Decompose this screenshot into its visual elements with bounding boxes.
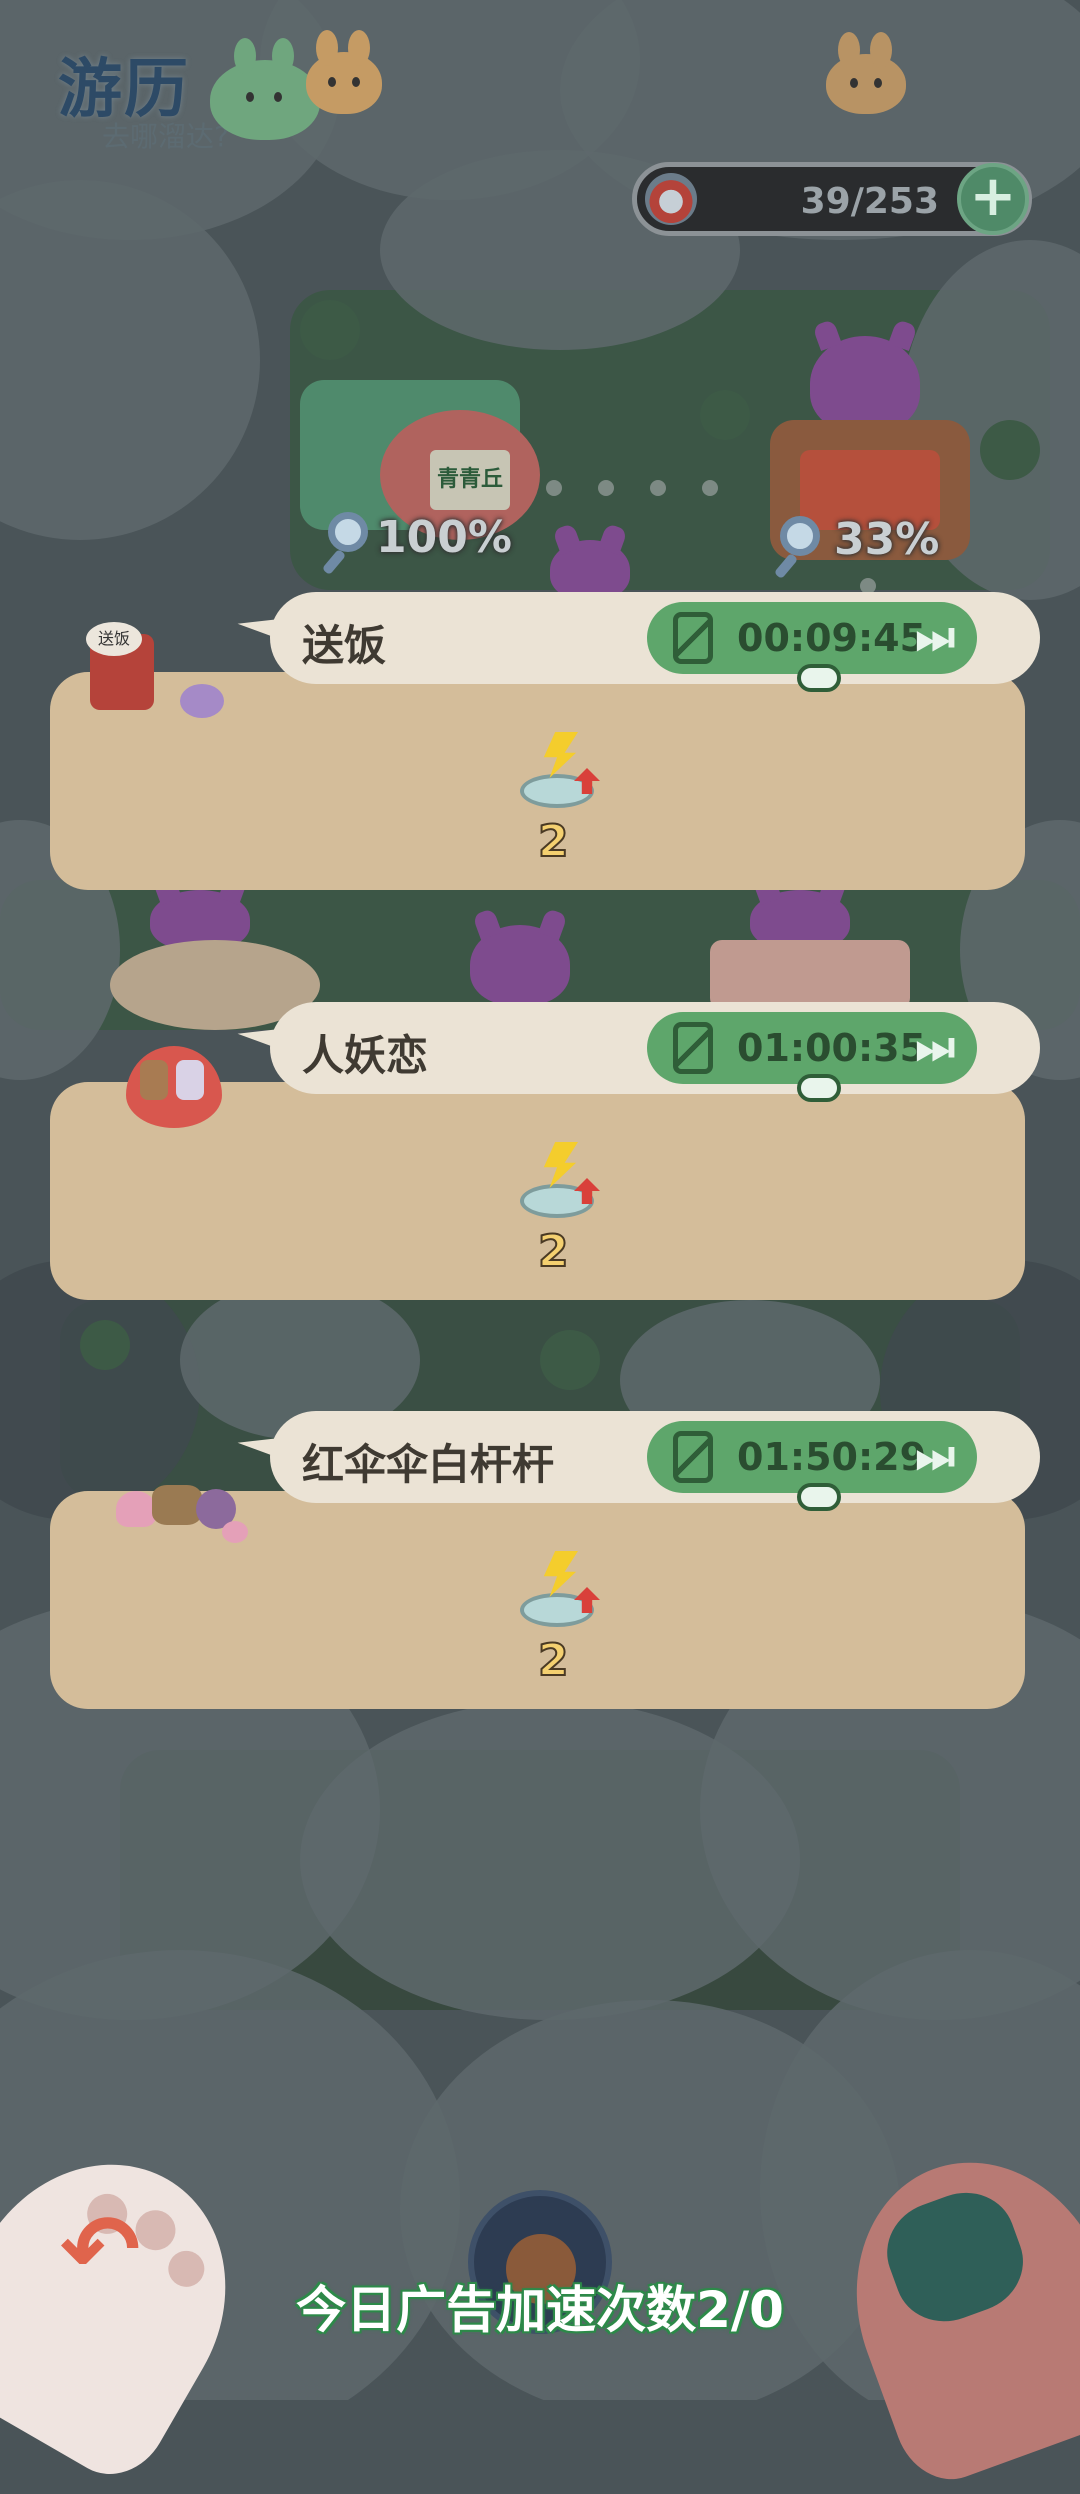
- tree: [700, 390, 750, 440]
- speedup-ad-button[interactable]: 01:00:35 ⏭: [647, 1012, 977, 1102]
- speedup-ad-button[interactable]: 01:50:29 ⏭: [647, 1421, 977, 1511]
- ghost-icon: [550, 540, 630, 600]
- landmark-progress: 33%: [834, 514, 940, 565]
- speedup-ad-button[interactable]: 00:09:45 ⏭: [647, 602, 977, 692]
- video-ad-icon: [797, 664, 841, 692]
- energy-refill-icon: [518, 1142, 604, 1222]
- reward-count: 2: [537, 815, 570, 868]
- task-timer: 00:09:45: [737, 616, 927, 660]
- path-dot: [546, 480, 562, 496]
- tree: [540, 1330, 600, 1390]
- task-timer: 01:00:35: [737, 1026, 927, 1070]
- task-name: 送饭: [302, 621, 387, 670]
- speech-badge: 送饭: [86, 622, 142, 656]
- cloud: [0, 180, 260, 540]
- tree: [980, 420, 1040, 480]
- heart-couple-icon: [126, 1046, 222, 1128]
- landmark-progress: 100%: [376, 512, 512, 563]
- tree: [80, 1320, 130, 1370]
- path-dot: [650, 480, 666, 496]
- orange-bunny-mascot: [306, 30, 382, 114]
- task-name: 人妖恋: [302, 1031, 429, 1080]
- reward-count: 2: [537, 1634, 570, 1687]
- orange-bunny-mascot: [826, 32, 906, 114]
- path-dot: [598, 480, 614, 496]
- task-card[interactable]: 送饭 00:09:45 ⏭ 送饭 2: [50, 592, 1040, 892]
- ad-speedup-counter: 今日广告加速次数2/0: [296, 2281, 784, 2339]
- fast-forward-icon: ⏭: [915, 612, 955, 663]
- fast-forward-icon: ⏭: [915, 1431, 955, 1482]
- green-bunny-mascot: [210, 38, 320, 140]
- hourglass-icon: [673, 1431, 713, 1483]
- energy-refill-icon: [518, 1551, 604, 1631]
- landmark-shop[interactable]: [710, 940, 910, 1010]
- fast-forward-icon: ⏭: [915, 1022, 955, 1073]
- hourglass-icon: [673, 612, 713, 664]
- landmark-sign: 青青丘: [430, 450, 510, 510]
- page-subtitle: 去哪溜达?: [102, 120, 229, 153]
- hourglass-icon: [673, 1022, 713, 1074]
- path-dot: [702, 480, 718, 496]
- tree: [300, 300, 360, 360]
- ghost-icon: [810, 336, 920, 432]
- task-timer: 01:50:29: [737, 1435, 927, 1479]
- magnifier-icon: [328, 512, 368, 552]
- purple-cat-icon: [180, 684, 224, 718]
- task-name: 红伞伞白杆杆: [302, 1440, 555, 1489]
- magnifier-icon: [780, 516, 820, 556]
- ghost-icon: [470, 925, 570, 1005]
- mushroom-characters-icon: [116, 1485, 248, 1543]
- task-card[interactable]: 红伞伞白杆杆 01:50:29 ⏭ 2: [50, 1411, 1040, 1711]
- energy-count: 39/253: [800, 181, 939, 222]
- add-energy-button[interactable]: +: [957, 163, 1029, 235]
- energy-refill-icon: [518, 732, 604, 812]
- video-ad-icon: [797, 1483, 841, 1511]
- energy-bar: 39/253 +: [632, 162, 1032, 236]
- video-ad-icon: [797, 1074, 841, 1102]
- swirl-energy-icon: [645, 173, 697, 225]
- reward-count: 2: [537, 1225, 570, 1278]
- task-card[interactable]: 人妖恋 01:00:35 ⏭ 2: [50, 1002, 1040, 1302]
